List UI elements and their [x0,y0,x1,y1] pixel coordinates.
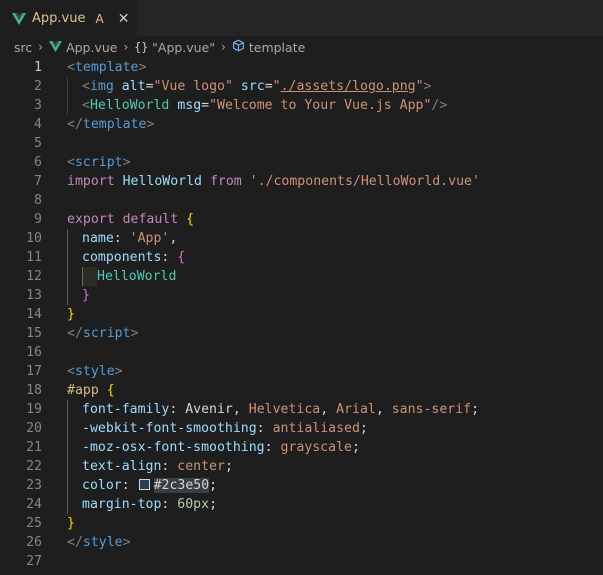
line-number: 10 [26,231,42,246]
code-line: 23 color: #2c3e50; [0,476,603,495]
chevron-right-icon: › [221,40,226,54]
line-number: 17 [26,364,42,379]
line-number: 13 [26,288,42,303]
vue-icon [12,12,26,25]
close-icon[interactable]: ✕ [118,11,130,27]
line-number: 25 [26,516,42,531]
line-number: 15 [26,326,42,341]
line-number: 22 [26,459,42,474]
breadcrumb-symbol-label: template [248,39,306,55]
breadcrumb: src › App.vue › {} "App.vue" › template [0,36,603,58]
code-line: 4 </template> [0,115,603,134]
code-line: 19 font-family: Avenir, Helvetica, Arial… [0,400,603,419]
code-line: 21 -moz-osx-font-smoothing: grayscale; [0,438,603,457]
code-line: 15 </script> [0,324,603,343]
code-line: 10 name: 'App', [0,229,603,248]
line-number: 12 [26,269,42,284]
braces-icon: {} [134,40,149,54]
code-line: 14 } [0,305,603,324]
line-number: 23 [26,478,42,493]
code-line: 11 components: { [0,248,603,267]
line-number: 27 [26,554,42,569]
tab-app-vue[interactable]: App.vue A ✕ [0,0,138,36]
tab-bar: App.vue A ✕ [0,0,603,36]
code-line: 25 } [0,514,603,533]
code-line: 5 [0,134,603,153]
chevron-right-icon: › [38,40,44,54]
breadcrumb-symbol[interactable]: template [232,39,305,55]
code-line: 16 [0,343,603,362]
code-line: 17 <style> [0,362,603,381]
code-line: 3 <HelloWorld msg="Welcome to Your Vue.j… [0,96,603,115]
color-value[interactable]: #2c3e50 [153,478,210,493]
breadcrumb-object-label: "App.vue" [152,39,216,55]
code-editor[interactable]: 1 <template> 2 <img alt="Vue logo" src="… [0,58,603,571]
line-number: 11 [26,250,42,265]
vue-icon [49,40,62,55]
code-line: 1 <template> [0,58,603,77]
code-line: 8 [0,191,603,210]
code-line: 9 export default { [0,210,603,229]
line-number: 19 [26,402,42,417]
code-line: 26 </style> [0,533,603,552]
line-number: 4 [34,117,42,132]
breadcrumb-file[interactable]: App.vue [49,40,117,55]
chevron-right-icon: › [123,40,129,54]
code-line: 12 HelloWorld [0,267,603,286]
code-line: 7 import HelloWorld from './components/H… [0,172,603,191]
line-number: 26 [26,535,42,550]
line-number: 9 [34,212,42,227]
line-number: 8 [34,193,42,208]
line-number: 2 [34,79,42,94]
line-number: 6 [34,155,42,170]
code-line: 27 [0,552,603,571]
breadcrumb-object[interactable]: {} "App.vue" [134,40,215,55]
git-status-badge: A [95,11,104,26]
breadcrumb-file-label: App.vue [66,39,118,55]
code-line: 13 } [0,286,603,305]
code-line: 24 margin-top: 60px; [0,495,603,514]
line-number: 16 [26,345,42,360]
line-number: 21 [26,440,42,455]
code-line: 22 text-align: center; [0,457,603,476]
line-number: 20 [26,421,42,436]
line-number: 7 [34,174,42,189]
file-link[interactable]: ./assets/logo.png [281,79,416,94]
line-number: 24 [26,497,42,512]
line-number: 1 [34,60,42,75]
tab-label: App.vue [32,11,86,26]
line-number: 14 [26,307,42,322]
code-line: 20 -webkit-font-smoothing: antialiased; [0,419,603,438]
breadcrumb-folder[interactable]: src [14,40,32,55]
code-line: 6 <script> [0,153,603,172]
cube-icon [232,39,245,55]
code-line: 2 <img alt="Vue logo" src="./assets/logo… [0,77,603,96]
line-number: 5 [34,136,42,151]
code-line: 18 #app { [0,381,603,400]
line-number: 3 [34,98,42,113]
color-swatch[interactable] [138,478,150,490]
line-number: 18 [26,383,42,398]
